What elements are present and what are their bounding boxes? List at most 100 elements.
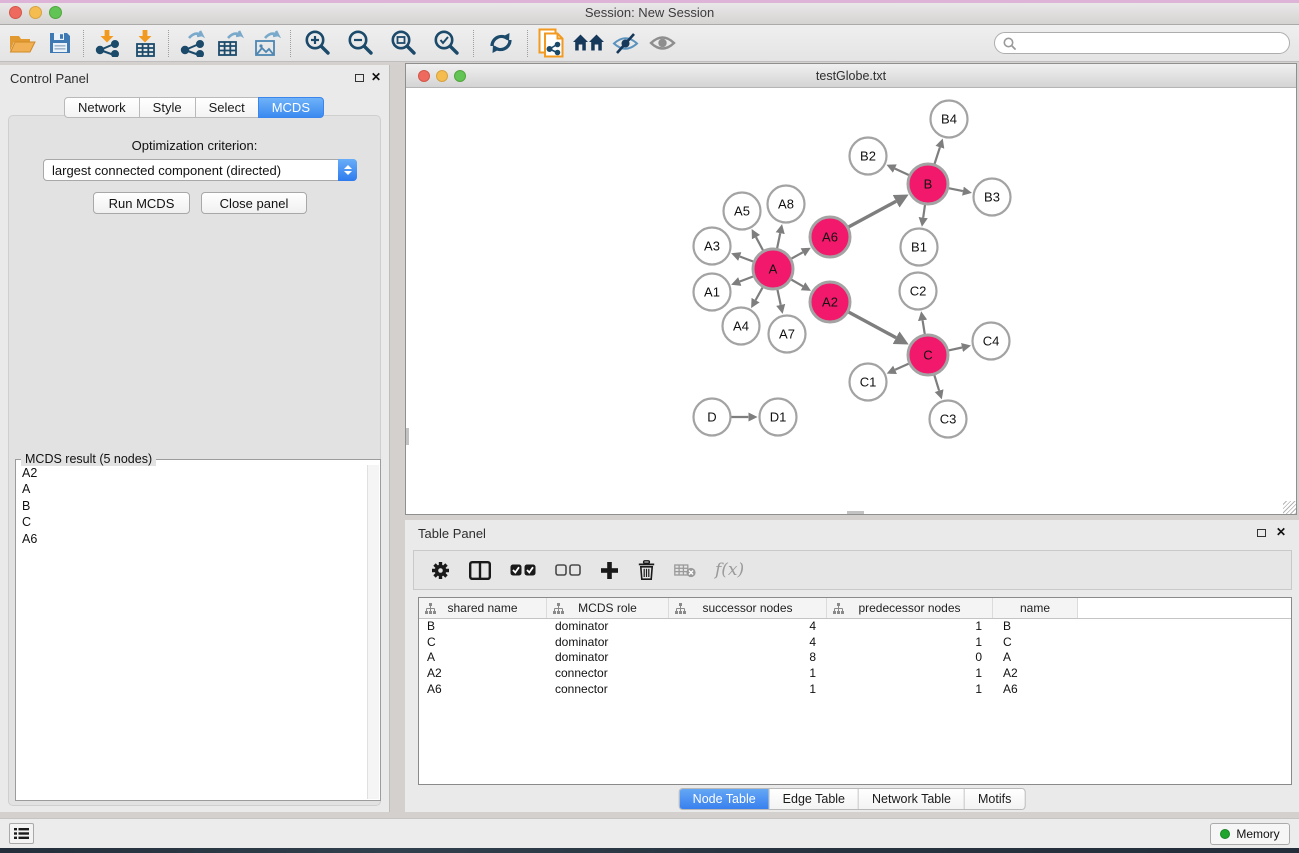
graph-edge-A-A7[interactable] xyxy=(777,290,780,305)
run-mcds-button[interactable]: Run MCDS xyxy=(93,192,190,214)
tab-network[interactable]: Network xyxy=(64,97,140,118)
graph-edge-A-A4[interactable] xyxy=(756,287,763,300)
delete-table-icon xyxy=(674,563,696,578)
graph-edge-C-C4[interactable] xyxy=(949,348,963,351)
table-settings-button[interactable] xyxy=(431,561,450,580)
column-header-shared-name[interactable]: shared name xyxy=(419,598,547,618)
resize-grip-icon[interactable] xyxy=(1283,501,1296,514)
show-columns-button[interactable] xyxy=(469,561,491,580)
control-panel-tabs: Network Style Select MCDS xyxy=(0,97,389,118)
tab-node-table[interactable]: Node Table xyxy=(680,789,769,809)
result-scrollbar[interactable] xyxy=(367,465,379,799)
close-panel-icon[interactable]: ✕ xyxy=(371,70,381,84)
graph-node-label: C1 xyxy=(860,375,877,390)
export-image-button[interactable] xyxy=(248,28,285,59)
search-box[interactable] xyxy=(994,32,1290,54)
graph-edge-A-A1[interactable] xyxy=(740,276,754,281)
result-item[interactable]: A6 xyxy=(17,531,367,547)
network-window-titlebar: testGlobe.txt xyxy=(406,64,1296,88)
table-row[interactable]: Bdominator41B xyxy=(419,619,1291,635)
criterion-select[interactable]: largest connected component (directed) xyxy=(43,159,357,181)
memory-button[interactable]: Memory xyxy=(1210,823,1290,845)
table-cell: C xyxy=(419,635,547,651)
tab-network-table[interactable]: Network Table xyxy=(858,789,964,809)
graph-edge-C-C1[interactable] xyxy=(895,364,909,370)
mcds-result-groupbox: MCDS result (5 nodes) A2ABCA6 xyxy=(15,459,381,801)
column-header-successor-nodes[interactable]: successor nodes xyxy=(669,598,827,618)
result-item[interactable]: C xyxy=(17,514,367,530)
import-table-button[interactable] xyxy=(126,28,163,59)
graph-node-label: B3 xyxy=(984,190,1000,205)
graph-edge-A-A3[interactable] xyxy=(740,257,754,262)
graph-edge-B-B4[interactable] xyxy=(935,147,940,164)
tab-motifs[interactable]: Motifs xyxy=(964,789,1024,809)
float-panel-icon[interactable] xyxy=(355,74,364,82)
zoom-selected-button[interactable] xyxy=(425,28,468,59)
export-network-button[interactable] xyxy=(174,28,211,59)
graph-edge-B-B2[interactable] xyxy=(895,169,909,176)
zoom-fit-button[interactable] xyxy=(382,28,425,59)
column-header-predecessor-nodes[interactable]: predecessor nodes xyxy=(827,598,993,618)
table-row[interactable]: Cdominator41C xyxy=(419,635,1291,651)
graph-edge-A-A6[interactable] xyxy=(791,252,803,258)
column-header-name[interactable]: name xyxy=(993,598,1078,618)
refresh-button[interactable] xyxy=(479,28,522,59)
result-item[interactable]: A xyxy=(17,481,367,497)
network-document-icon xyxy=(538,28,565,58)
open-session-button[interactable] xyxy=(4,28,41,59)
main-toolbar xyxy=(0,25,1299,62)
export-image-icon xyxy=(253,30,281,57)
table-row[interactable]: Adominator80A xyxy=(419,650,1291,666)
table-cell: 1 xyxy=(827,682,993,698)
graph-edge-A-A2[interactable] xyxy=(791,280,803,287)
table-cell: C xyxy=(993,635,1078,651)
graph-edge-A2-C[interactable] xyxy=(849,312,897,338)
select-all-columns-button[interactable] xyxy=(510,564,536,576)
graph-edge-A6-B[interactable] xyxy=(849,201,897,227)
tab-edge-table[interactable]: Edge Table xyxy=(769,789,858,809)
delete-column-button[interactable] xyxy=(638,560,655,580)
home-button[interactable] xyxy=(570,28,607,59)
vertical-scroll-indicator[interactable] xyxy=(406,428,409,445)
graph-edge-B-B1[interactable] xyxy=(923,205,925,218)
zoom-out-button[interactable] xyxy=(339,28,382,59)
save-session-button[interactable] xyxy=(41,28,78,59)
result-item[interactable]: A2 xyxy=(17,465,367,481)
import-network-button[interactable] xyxy=(89,28,126,59)
new-network-from-selection-button[interactable] xyxy=(533,28,570,59)
memory-label: Memory xyxy=(1236,827,1279,841)
graph-edge-C-C3[interactable] xyxy=(934,375,939,391)
show-panels-button[interactable] xyxy=(9,823,34,844)
close-table-panel-icon[interactable]: ✕ xyxy=(1276,525,1286,539)
function-builder-button[interactable]: f(x) xyxy=(715,560,744,580)
tab-style[interactable]: Style xyxy=(139,97,196,118)
float-table-panel-icon[interactable] xyxy=(1257,529,1266,537)
column-header-mcds-role[interactable]: MCDS role xyxy=(547,598,669,618)
table-cell: A xyxy=(993,650,1078,666)
create-column-button[interactable] xyxy=(600,561,619,580)
search-input[interactable] xyxy=(1021,36,1281,51)
network-graph[interactable]: AA1A3A5A8A4A7A6A2BB1B2B3B4CC1C2C3C4DD1 xyxy=(406,88,1296,514)
horizontal-scroll-indicator[interactable] xyxy=(847,511,864,514)
delete-table-button[interactable] xyxy=(674,563,696,578)
table-row[interactable]: A6connector11A6 xyxy=(419,682,1291,698)
network-canvas[interactable]: AA1A3A5A8A4A7A6A2BB1B2B3B4CC1C2C3C4DD1 xyxy=(406,88,1296,514)
graph-node-label: C4 xyxy=(983,334,1000,349)
tab-mcds[interactable]: MCDS xyxy=(258,97,324,118)
mcds-result-list: A2ABCA6 xyxy=(17,465,367,799)
graph-edge-B-B3[interactable] xyxy=(949,188,963,191)
export-table-button[interactable] xyxy=(211,28,248,59)
zoom-in-button[interactable] xyxy=(296,28,339,59)
criterion-selected-value: largest connected component (directed) xyxy=(44,163,338,178)
table-row[interactable]: A2connector11A2 xyxy=(419,666,1291,682)
graph-edge-A-A5[interactable] xyxy=(756,237,763,250)
deselect-all-columns-button[interactable] xyxy=(555,564,581,576)
result-item[interactable]: B xyxy=(17,498,367,514)
tab-select[interactable]: Select xyxy=(195,97,259,118)
close-panel-button[interactable]: Close panel xyxy=(201,192,307,214)
graph-node-label: D1 xyxy=(770,410,787,425)
hide-graphics-details-button[interactable] xyxy=(607,28,644,59)
graph-edge-A-A8[interactable] xyxy=(777,233,780,248)
show-graphics-details-button[interactable] xyxy=(644,28,681,59)
graph-edge-C-C2[interactable] xyxy=(923,320,925,334)
